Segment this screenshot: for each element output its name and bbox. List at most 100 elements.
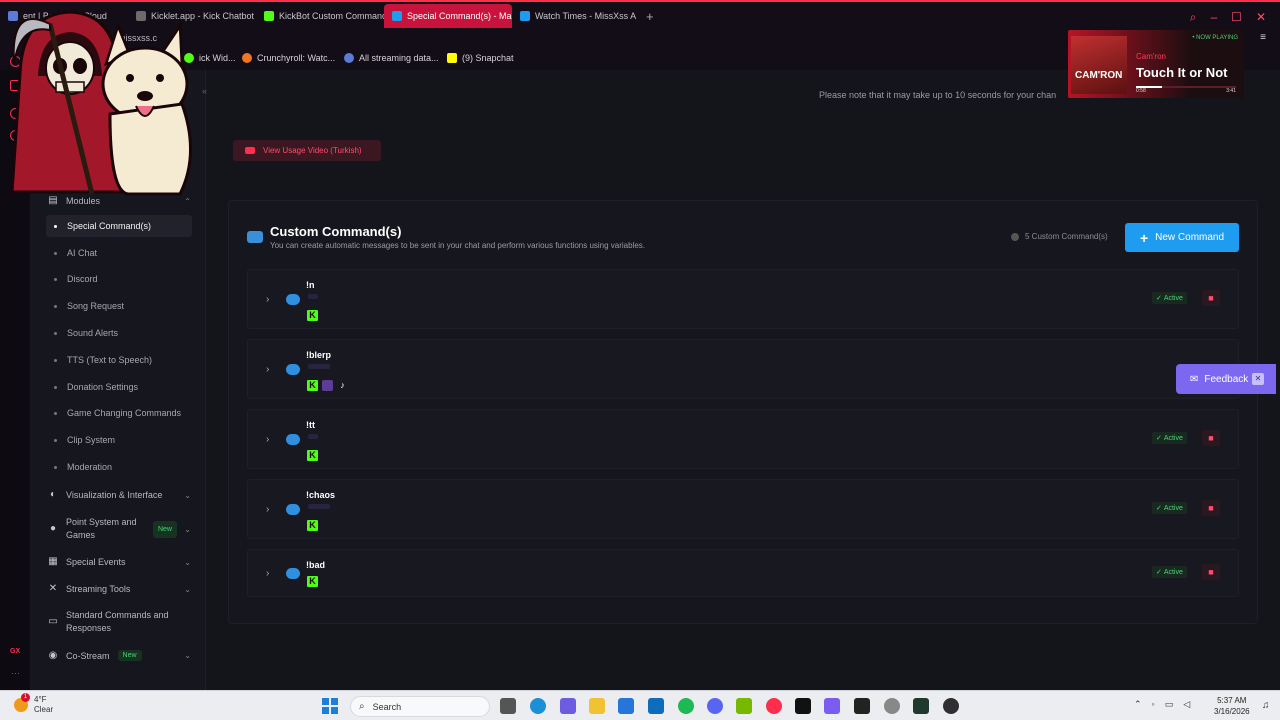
chevron-down-icon: ⌄ bbox=[184, 490, 191, 500]
minimize-icon[interactable]: – bbox=[1210, 10, 1217, 25]
kick-app-icon[interactable] bbox=[913, 698, 929, 714]
status-badge[interactable]: ✓ Active bbox=[1152, 502, 1187, 514]
command-name: !n bbox=[306, 280, 315, 290]
chevron-right-icon[interactable]: › bbox=[266, 364, 269, 375]
new-tab-icon[interactable]: + bbox=[646, 9, 654, 24]
microphone-icon[interactable]: ◦ bbox=[1152, 699, 1155, 710]
obs-icon[interactable] bbox=[943, 698, 959, 714]
status-badge[interactable]: ✓ Active bbox=[1152, 432, 1187, 444]
sidebar-item-sound-alerts[interactable]: Sound Alerts bbox=[54, 322, 191, 344]
bookmark-streaming-data[interactable]: All streaming data... bbox=[344, 53, 439, 63]
users-icon: ◉ bbox=[48, 649, 58, 661]
chevron-right-icon[interactable]: › bbox=[266, 294, 269, 305]
volume-icon[interactable]: ◁ bbox=[1183, 699, 1190, 710]
notification-bell-icon[interactable]: ♫ bbox=[1262, 700, 1270, 711]
command-row[interactable]: › !tt K ✓ Active ■ bbox=[247, 409, 1239, 469]
kick-icon: K bbox=[307, 450, 318, 461]
bookmark-crunchyroll[interactable]: Crunchyroll: Watc... bbox=[242, 53, 335, 63]
sidebar-group-point-system[interactable]: ● Point System and Games New ⌄ bbox=[48, 516, 193, 542]
bookmark-snapchat[interactable]: (9) Snapchat bbox=[447, 53, 514, 63]
collapse-sidebar-icon[interactable]: « bbox=[202, 86, 207, 96]
command-row[interactable]: › !n K ✓ Active ■ bbox=[247, 269, 1239, 329]
chat-bubble-icon bbox=[286, 364, 300, 375]
chevron-up-icon[interactable]: ⌃ bbox=[1134, 699, 1142, 710]
menu-icon[interactable]: ≡ bbox=[1260, 32, 1266, 43]
status-badge[interactable]: ✓ Active bbox=[1152, 566, 1187, 578]
capcut-icon[interactable] bbox=[795, 698, 811, 714]
sidebar-item-moderation[interactable]: Moderation bbox=[54, 456, 191, 478]
trash-icon[interactable]: ■ bbox=[1202, 290, 1220, 306]
trash-icon[interactable]: ■ bbox=[1202, 430, 1220, 446]
chevron-right-icon[interactable]: › bbox=[266, 434, 269, 445]
close-feedback-icon[interactable]: ✕ bbox=[1252, 373, 1264, 385]
new-command-button[interactable]: + New Command bbox=[1125, 223, 1239, 252]
sidebar-group-co-stream[interactable]: ◉ Co-Stream New ⌄ bbox=[48, 650, 193, 661]
nvidia-icon[interactable] bbox=[736, 698, 752, 714]
search-placeholder: Search bbox=[372, 701, 402, 712]
taskbar-clock[interactable]: 5:37 AM 3/16/2026 bbox=[1214, 695, 1250, 717]
track-duration: 3:41 bbox=[1226, 88, 1236, 94]
chevron-down-icon: ⌄ bbox=[184, 651, 191, 660]
windows-start-icon[interactable] bbox=[322, 698, 338, 714]
calendar-app-icon[interactable] bbox=[824, 698, 840, 714]
taskbar: 1 4°F Clear ⌕ Search ⌃ ◦ ▭ ◁ 5:37 AM 3/16… bbox=[0, 690, 1280, 720]
tab-watch-times[interactable]: Watch Times - MissXss A bbox=[512, 4, 640, 28]
opera-gx-icon[interactable] bbox=[766, 698, 782, 714]
command-name: !tt bbox=[306, 420, 315, 430]
group-label: Streaming Tools bbox=[66, 584, 131, 594]
more-icon[interactable]: ··· bbox=[11, 668, 20, 678]
tab-special-commands[interactable]: Special Command(s) - Ma bbox=[384, 4, 512, 28]
terminal-icon[interactable] bbox=[854, 698, 870, 714]
search-icon[interactable]: ⌕ bbox=[1190, 10, 1197, 25]
notification-badge: 1 bbox=[21, 693, 30, 702]
sidebar-group-special-events[interactable]: ▦ Special Events ⌄ bbox=[48, 557, 193, 568]
store-icon[interactable] bbox=[618, 698, 634, 714]
command-row[interactable]: › !blerp K ♪ bbox=[247, 339, 1239, 399]
folder-icon[interactable] bbox=[589, 698, 605, 714]
sidebar-item-clip-system[interactable]: Clip System bbox=[54, 429, 191, 451]
sidebar-item-special-commands[interactable]: Special Command(s) bbox=[46, 215, 192, 237]
settings-icon[interactable] bbox=[884, 698, 900, 714]
bullet-icon bbox=[54, 358, 57, 362]
trash-icon[interactable]: ■ bbox=[1202, 564, 1220, 580]
edge-icon[interactable] bbox=[530, 698, 546, 714]
gx-icon[interactable]: GX bbox=[10, 648, 20, 655]
network-icon[interactable]: ▭ bbox=[1165, 699, 1174, 710]
status-badge[interactable]: ✓ Active bbox=[1152, 292, 1187, 304]
platform-list: K bbox=[307, 576, 318, 587]
sidebar-item-tts[interactable]: TTS (Text to Speech) bbox=[54, 349, 191, 371]
outlook-icon[interactable] bbox=[648, 698, 664, 714]
chevron-right-icon[interactable]: › bbox=[266, 568, 269, 579]
modules-section-header[interactable]: ▤ Modules ⌃ bbox=[48, 196, 193, 207]
sidebar-item-game-changing-commands[interactable]: Game Changing Commands bbox=[54, 402, 191, 424]
site-icon bbox=[520, 11, 530, 21]
elapsed-time: 0:58 bbox=[1136, 88, 1146, 94]
command-row[interactable]: › !chaos K ✓ Active ■ bbox=[247, 479, 1239, 539]
close-icon[interactable]: ✕ bbox=[1256, 10, 1266, 25]
chevron-down-icon: ⌄ bbox=[184, 557, 191, 567]
maximize-icon[interactable]: ☐ bbox=[1231, 10, 1242, 25]
trash-icon[interactable]: ■ bbox=[1202, 500, 1220, 516]
weather-condition: Clear bbox=[34, 705, 54, 714]
file-explorer-icon[interactable] bbox=[500, 698, 516, 714]
sidebar-group-streaming-tools[interactable]: ✕ Streaming Tools ⌄ bbox=[48, 584, 193, 595]
copilot-icon[interactable] bbox=[560, 698, 576, 714]
command-row[interactable]: › !bad K ✓ Active ■ bbox=[247, 549, 1239, 597]
view-usage-video-button[interactable]: View Usage Video (Turkish) bbox=[233, 140, 381, 161]
status-label: Active bbox=[1163, 504, 1183, 512]
sidebar-item-discord[interactable]: Discord bbox=[54, 268, 191, 290]
sidebar-group-standard-commands[interactable]: ▭ Standard Commands and Responses bbox=[48, 609, 193, 635]
tab-kickbot[interactable]: KickBot Custom Command bbox=[256, 4, 384, 28]
command-count-label: 5 Custom Command(s) bbox=[1025, 232, 1108, 241]
weather-widget[interactable]: 1 4°F Clear bbox=[14, 693, 54, 715]
sidebar-item-song-request[interactable]: Song Request bbox=[54, 295, 191, 317]
feedback-button[interactable]: ✉ Feedback ✕ bbox=[1176, 364, 1276, 394]
sidebar-item-ai-chat[interactable]: AI Chat bbox=[54, 242, 191, 264]
chat-icon: ✉ bbox=[1190, 373, 1199, 385]
taskbar-search[interactable]: ⌕ Search bbox=[350, 696, 490, 717]
sidebar-group-visualization[interactable]: ◐ Visualization & Interface ⌄ bbox=[48, 490, 193, 501]
sidebar-item-donation-settings[interactable]: Donation Settings bbox=[54, 376, 191, 398]
discord-icon[interactable] bbox=[707, 698, 723, 714]
chevron-right-icon[interactable]: › bbox=[266, 504, 269, 515]
spotify-icon[interactable] bbox=[678, 698, 694, 714]
